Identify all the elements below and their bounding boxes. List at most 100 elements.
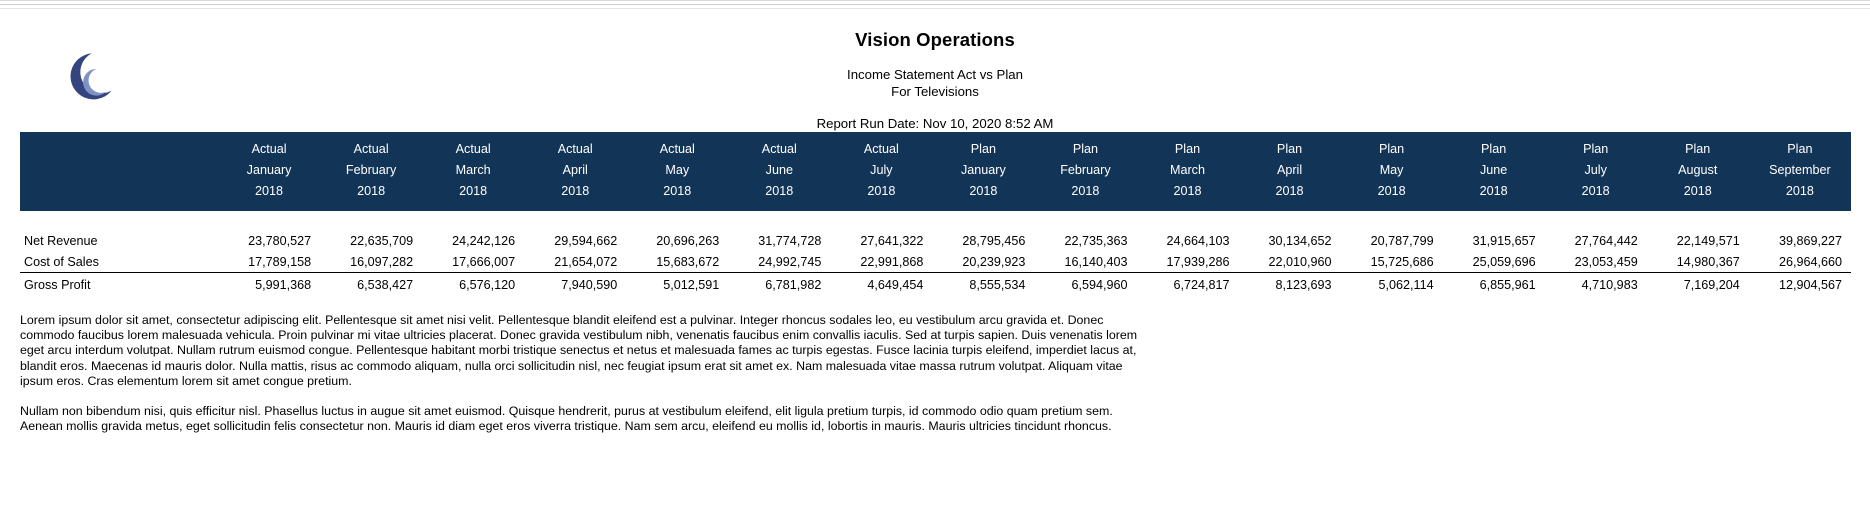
header-scenario-11: Plan <box>1341 132 1443 160</box>
table-cell-value: 17,666,007 <box>422 251 524 273</box>
header-scenario-8: Plan <box>1034 132 1136 160</box>
table-cell-value: 23,053,459 <box>1545 251 1647 273</box>
table-cell-value: 26,964,660 <box>1749 251 1851 273</box>
table-cell-value: 27,764,442 <box>1545 230 1647 251</box>
table-cell-value: 20,696,263 <box>626 230 728 251</box>
header-month-7: January <box>932 160 1034 181</box>
table-cell-value: 6,781,982 <box>728 273 830 297</box>
report-subtitle-line-1: Income Statement Act vs Plan <box>0 67 1870 84</box>
header-year-10: 2018 <box>1239 181 1341 211</box>
table-row: Cost of Sales17,789,15816,097,28217,666,… <box>20 251 1851 273</box>
table-header: ActualActualActualActualActualActualActu… <box>20 132 1851 211</box>
header-scenario-0: Actual <box>218 132 320 160</box>
table-cell-value: 28,795,456 <box>932 230 1034 251</box>
table-cell-value: 24,664,103 <box>1136 230 1238 251</box>
header-year-4: 2018 <box>626 181 728 211</box>
table-cell-value: 22,010,960 <box>1239 251 1341 273</box>
table-cell-value: 21,654,072 <box>524 251 626 273</box>
table-cell-value: 30,134,652 <box>1239 230 1341 251</box>
report-run-date: Report Run Date: Nov 10, 2020 8:52 AM <box>0 116 1870 132</box>
table-cell-value: 4,710,983 <box>1545 273 1647 297</box>
header-year-15: 2018 <box>1749 181 1851 211</box>
header-month-2: March <box>422 160 524 181</box>
table-cell-value: 5,012,591 <box>626 273 728 297</box>
page-top-rule-2 <box>0 4 1870 5</box>
table-body: Net Revenue23,780,52722,635,70924,242,12… <box>20 211 1851 296</box>
table-cell-value: 20,787,799 <box>1341 230 1443 251</box>
header-month-10: April <box>1239 160 1341 181</box>
table-cell-value: 31,774,728 <box>728 230 830 251</box>
report-notes: Lorem ipsum dolor sit amet, consectetur … <box>0 313 1870 434</box>
financial-table-wrapper: ActualActualActualActualActualActualActu… <box>0 132 1870 296</box>
header-month-9: March <box>1136 160 1238 181</box>
table-row: Net Revenue23,780,52722,635,70924,242,12… <box>20 230 1851 251</box>
header-scenario-4: Actual <box>626 132 728 160</box>
table-cell-value: 20,239,923 <box>932 251 1034 273</box>
header-year-0: 2018 <box>218 181 320 211</box>
table-spacer-cell <box>20 211 1851 230</box>
header-row-month: JanuaryFebruaryMarchAprilMayJuneJulyJanu… <box>20 160 1851 181</box>
table-cell-value: 6,576,120 <box>422 273 524 297</box>
header-month-8: February <box>1034 160 1136 181</box>
header-scenario-2: Actual <box>422 132 524 160</box>
table-cell-value: 16,140,403 <box>1034 251 1136 273</box>
header-scenario-10: Plan <box>1239 132 1341 160</box>
table-spacer-row <box>20 211 1851 230</box>
header-year-14: 2018 <box>1647 181 1749 211</box>
header-year-2: 2018 <box>422 181 524 211</box>
header-month-3: April <box>524 160 626 181</box>
table-cell-value: 7,940,590 <box>524 273 626 297</box>
header-scenario-14: Plan <box>1647 132 1749 160</box>
header-year-7: 2018 <box>932 181 1034 211</box>
table-cell-value: 22,635,709 <box>320 230 422 251</box>
table-cell-value: 22,735,363 <box>1034 230 1136 251</box>
header-scenario-15: Plan <box>1749 132 1851 160</box>
header-year-1: 2018 <box>320 181 422 211</box>
header-scenario-5: Actual <box>728 132 830 160</box>
table-cell-value: 25,059,696 <box>1443 251 1545 273</box>
table-cell-value: 27,641,322 <box>830 230 932 251</box>
page-title: Vision Operations <box>0 29 1870 51</box>
header-month-11: May <box>1341 160 1443 181</box>
header-year-12: 2018 <box>1443 181 1545 211</box>
table-cell-value: 22,149,571 <box>1647 230 1749 251</box>
table-cell-value: 15,725,686 <box>1341 251 1443 273</box>
table-cell-value: 17,939,286 <box>1136 251 1238 273</box>
table-cell-value: 24,992,745 <box>728 251 830 273</box>
table-cell-value: 7,169,204 <box>1647 273 1749 297</box>
income-statement-table: ActualActualActualActualActualActualActu… <box>20 132 1851 296</box>
header-month-6: July <box>830 160 932 181</box>
header-row-scenario: ActualActualActualActualActualActualActu… <box>20 132 1851 160</box>
header-year-6: 2018 <box>830 181 932 211</box>
report-subtitle-line-2: For Televisions <box>0 84 1870 101</box>
table-cell-value: 29,594,662 <box>524 230 626 251</box>
header-month-15: September <box>1749 160 1851 181</box>
table-cell-value: 5,062,114 <box>1341 273 1443 297</box>
table-cell-value: 14,980,367 <box>1647 251 1749 273</box>
table-cell-value: 6,724,817 <box>1136 273 1238 297</box>
table-cell-value: 23,780,527 <box>218 230 320 251</box>
header-month-5: June <box>728 160 830 181</box>
header-month-13: July <box>1545 160 1647 181</box>
row-label: Cost of Sales <box>20 251 218 273</box>
header-row-year: 2018201820182018201820182018201820182018… <box>20 181 1851 211</box>
table-cell-value: 24,242,126 <box>422 230 524 251</box>
row-label: Net Revenue <box>20 230 218 251</box>
report-titles: Vision Operations Income Statement Act v… <box>0 29 1870 132</box>
header-scenario-1: Actual <box>320 132 422 160</box>
table-cell-value: 15,683,672 <box>626 251 728 273</box>
table-cell-value: 39,869,227 <box>1749 230 1851 251</box>
report-page: Vision Operations Income Statement Act v… <box>0 9 1870 434</box>
notes-paragraph-2: Nullam non bibendum nisi, quis efficitur… <box>20 404 1140 434</box>
header-month-4: May <box>626 160 728 181</box>
header-year-13: 2018 <box>1545 181 1647 211</box>
table-cell-value: 17,789,158 <box>218 251 320 273</box>
header-row-label-cell <box>20 181 218 211</box>
header-year-9: 2018 <box>1136 181 1238 211</box>
header-year-3: 2018 <box>524 181 626 211</box>
header-scenario-9: Plan <box>1136 132 1238 160</box>
table-cell-value: 5,991,368 <box>218 273 320 297</box>
table-cell-value: 6,538,427 <box>320 273 422 297</box>
table-cell-value: 22,991,868 <box>830 251 932 273</box>
header-year-8: 2018 <box>1034 181 1136 211</box>
